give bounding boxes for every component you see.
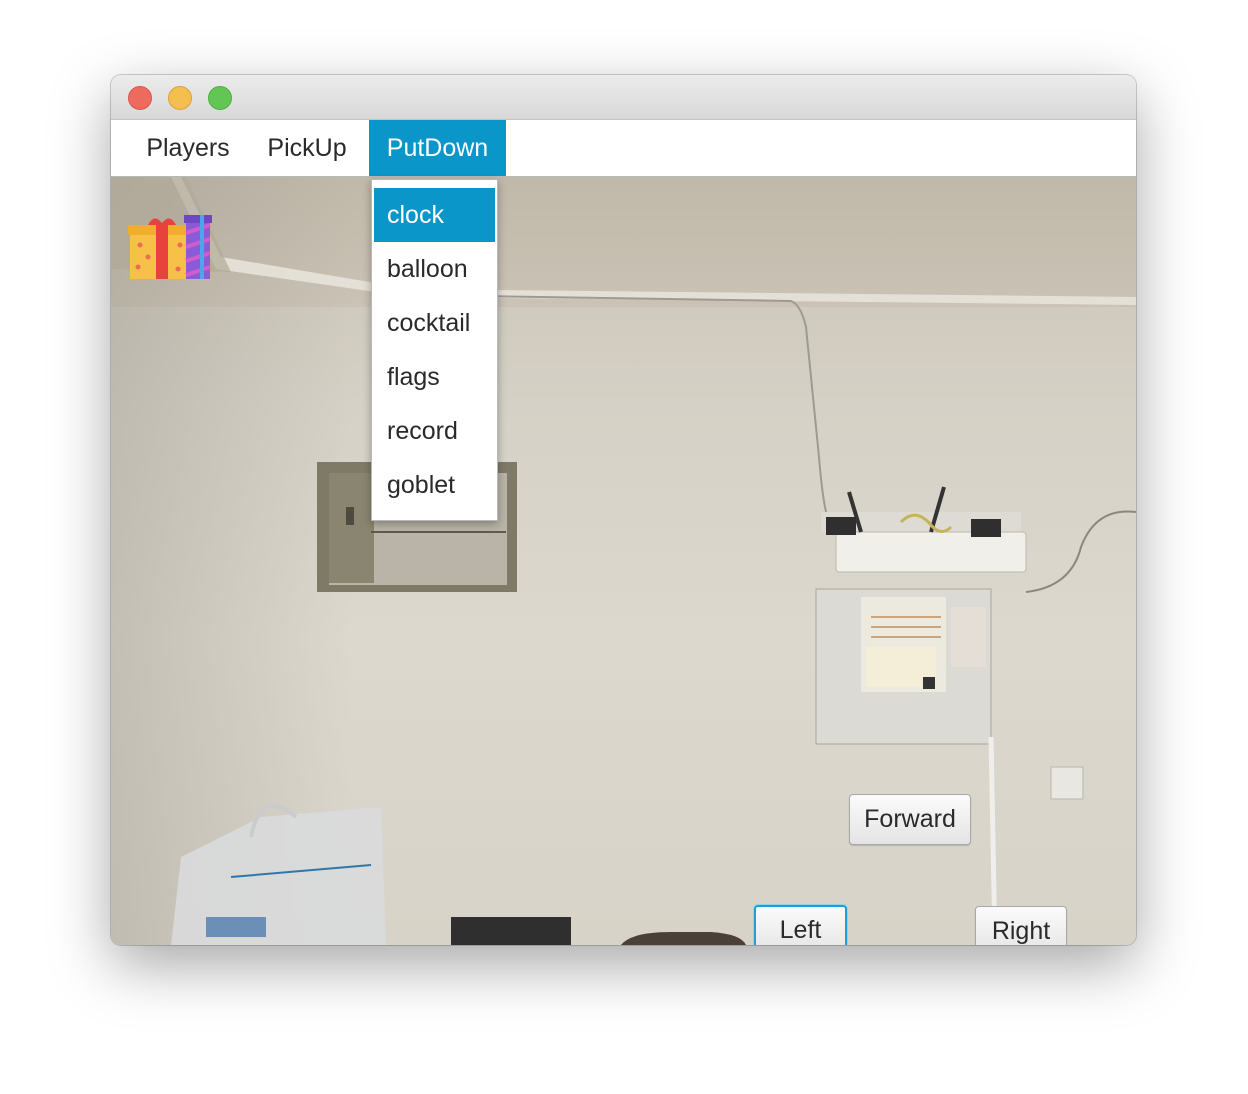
menu-bar: Players PickUp PutDown (111, 120, 1136, 177)
room-photo (111, 177, 1136, 945)
gift-icon[interactable] (128, 211, 214, 281)
menu-pickup[interactable]: PickUp (248, 120, 366, 176)
plastic-bag (171, 803, 386, 945)
router-shelf (821, 486, 1027, 573)
light-switch (1050, 766, 1084, 800)
menu-item-clock[interactable]: clock (374, 188, 495, 242)
menu-item-goblet[interactable]: goblet (374, 458, 495, 512)
close-window-button[interactable] (128, 86, 152, 110)
app-window: Players PickUp PutDown Forward Left Righ… (111, 75, 1136, 945)
room-scene: Forward Left Right (111, 177, 1136, 945)
bottom-device (451, 917, 571, 945)
forward-button[interactable]: Forward (849, 794, 971, 845)
zoom-window-button[interactable] (208, 86, 232, 110)
notice-board (815, 588, 992, 745)
minimize-window-button[interactable] (168, 86, 192, 110)
menu-item-flags[interactable]: flags (374, 350, 495, 404)
left-button[interactable]: Left (754, 905, 847, 945)
right-button[interactable]: Right (975, 906, 1067, 945)
menu-item-record[interactable]: record (374, 404, 495, 458)
menu-players[interactable]: Players (129, 120, 247, 176)
menu-putdown[interactable]: PutDown (369, 120, 506, 176)
bottom-object (621, 932, 746, 945)
title-bar (111, 75, 1136, 120)
menu-item-cocktail[interactable]: cocktail (374, 296, 495, 350)
menu-item-balloon[interactable]: balloon (374, 242, 495, 296)
putdown-dropdown-menu: clock balloon cocktail flags record gobl… (371, 179, 498, 521)
